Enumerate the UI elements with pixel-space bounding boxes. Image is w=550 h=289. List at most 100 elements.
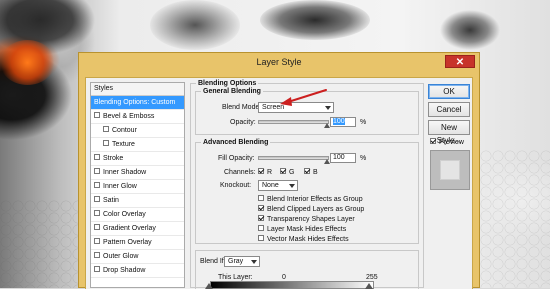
checkbox-icon <box>258 195 264 202</box>
style-item-label: Contour <box>112 127 137 134</box>
channel-g-checkbox[interactable]: G <box>280 168 294 177</box>
smoke-artwork <box>260 0 370 40</box>
styles-items: Blending Options: Custom Bevel & Emboss Co… <box>91 96 184 278</box>
style-item[interactable]: Stroke <box>91 152 184 166</box>
channel-b-label: B <box>313 169 318 176</box>
fill-opacity-input[interactable]: 100 <box>330 153 356 163</box>
layer-style-dialog: Layer Style ✕ Styles Blending Options: C… <box>78 52 480 289</box>
style-item[interactable]: Contour <box>91 124 184 138</box>
smoke-artwork-2 <box>150 0 240 50</box>
style-item-label: Inner Glow <box>103 183 137 190</box>
checkbox-icon <box>258 235 264 242</box>
checkbox-icon[interactable] <box>94 112 100 119</box>
advanced-option-checkbox[interactable]: Blend Interior Effects as Group <box>258 195 363 204</box>
checkbox-icon <box>258 225 264 232</box>
fill-opacity-unit: % <box>360 155 367 162</box>
style-item-label: Drop Shadow <box>103 267 146 274</box>
channel-r-checkbox[interactable]: R <box>258 168 272 177</box>
checkbox-icon[interactable] <box>94 210 100 217</box>
style-item[interactable]: Gradient Overlay <box>91 222 184 236</box>
blending-options-group: Blending Options General Blending Blend … <box>190 79 424 289</box>
close-button[interactable]: ✕ <box>445 55 475 68</box>
blend-mode-select[interactable]: Screen <box>258 102 334 113</box>
chevron-down-icon <box>289 184 295 188</box>
ok-button[interactable]: OK <box>428 84 470 99</box>
new-style-button[interactable]: New Style... <box>428 120 470 145</box>
style-item[interactable]: Pattern Overlay <box>91 236 184 250</box>
dialog-title: Layer Style <box>256 57 302 67</box>
preview-label: Preview <box>439 139 464 146</box>
style-item[interactable]: Bevel & Emboss <box>91 110 184 124</box>
checkbox-icon[interactable] <box>94 154 100 161</box>
style-item[interactable]: Inner Shadow <box>91 166 184 180</box>
general-blending-title: General Blending <box>201 87 263 96</box>
chevron-down-icon <box>251 260 257 264</box>
blend-if-group: Blend If: Gray This Layer: 0 255 <box>195 250 419 289</box>
hex-texture-left <box>0 200 90 288</box>
this-layer-black-slider[interactable] <box>205 283 213 289</box>
opacity-input[interactable]: 100 <box>330 117 356 127</box>
fill-opacity-slider[interactable] <box>258 156 330 164</box>
style-item-label: Pattern Overlay <box>103 239 152 246</box>
opacity-value: 100 <box>333 118 345 125</box>
opacity-unit: % <box>360 119 367 126</box>
opacity-slider[interactable] <box>258 120 330 128</box>
style-item-label: Inner Shadow <box>103 169 147 176</box>
style-item[interactable]: Drop Shadow <box>91 264 184 278</box>
checkbox-icon[interactable] <box>103 140 109 147</box>
checkbox-icon[interactable] <box>94 224 100 231</box>
blend-if-select[interactable]: Gray <box>224 256 260 267</box>
style-item-label: Texture <box>112 141 135 148</box>
general-blending-group: General Blending Blend Mode: Screen Opac… <box>195 87 419 135</box>
advanced-option-label: Blend Interior Effects as Group <box>267 196 363 203</box>
checkbox-icon <box>258 205 264 212</box>
blend-mode-value: Screen <box>262 104 285 111</box>
advanced-option-checkbox[interactable]: Transparency Shapes Layer <box>258 215 355 224</box>
advanced-option-checkbox[interactable]: Layer Mask Hides Effects <box>258 225 346 234</box>
style-item[interactable]: Color Overlay <box>91 208 184 222</box>
advanced-option-label: Blend Clipped Layers as Group <box>267 206 365 213</box>
preview-checkbox[interactable]: Preview <box>430 138 464 147</box>
channel-g-label: G <box>289 169 295 176</box>
checkbox-icon[interactable] <box>94 168 100 175</box>
cancel-button[interactable]: Cancel <box>428 102 470 117</box>
hex-texture-right <box>480 150 550 288</box>
style-item[interactable]: Texture <box>91 138 184 152</box>
advanced-option-checkbox[interactable]: Vector Mask Hides Effects <box>258 235 349 244</box>
preview-swatch <box>430 150 470 190</box>
checkbox-icon <box>258 168 264 175</box>
channel-r-label: R <box>267 169 273 176</box>
opacity-label: Opacity: <box>230 119 256 126</box>
advanced-option-checkbox[interactable]: Blend Clipped Layers as Group <box>258 205 364 214</box>
blend-if-label: Blend If: <box>200 258 226 265</box>
advanced-blending-title: Advanced Blending <box>201 138 271 147</box>
this-layer-white-slider[interactable] <box>365 283 373 289</box>
preview-swatch-inner <box>440 160 460 180</box>
checkbox-icon <box>258 215 264 222</box>
advanced-option-label: Layer Mask Hides Effects <box>267 226 347 233</box>
style-item[interactable]: Inner Glow <box>91 180 184 194</box>
checkbox-icon[interactable] <box>94 196 100 203</box>
channels-label: Channels: <box>224 169 256 176</box>
knockout-value: None <box>262 182 279 189</box>
checkbox-icon[interactable] <box>94 252 100 259</box>
style-item-label: Bevel & Emboss <box>103 113 155 120</box>
fill-opacity-value: 100 <box>333 154 345 161</box>
knockout-select[interactable]: None <box>258 180 298 191</box>
knockout-label: Knockout: <box>220 182 252 189</box>
flame-artwork <box>0 40 55 85</box>
checkbox-icon[interactable] <box>103 126 109 133</box>
blend-if-value: Gray <box>228 258 244 265</box>
fill-opacity-slider-thumb[interactable] <box>324 159 330 164</box>
style-item[interactable]: Outer Glow <box>91 250 184 264</box>
style-item[interactable]: Blending Options: Custom <box>91 96 184 110</box>
style-item[interactable]: Satin <box>91 194 184 208</box>
checkbox-icon[interactable] <box>94 182 100 189</box>
fill-opacity-label: Fill Opacity: <box>218 155 255 162</box>
checkbox-icon[interactable] <box>94 266 100 273</box>
chevron-down-icon <box>325 106 331 110</box>
advanced-option-label: Vector Mask Hides Effects <box>267 236 349 243</box>
opacity-slider-thumb[interactable] <box>324 123 330 128</box>
checkbox-icon[interactable] <box>94 238 100 245</box>
channel-b-checkbox[interactable]: B <box>304 168 318 177</box>
